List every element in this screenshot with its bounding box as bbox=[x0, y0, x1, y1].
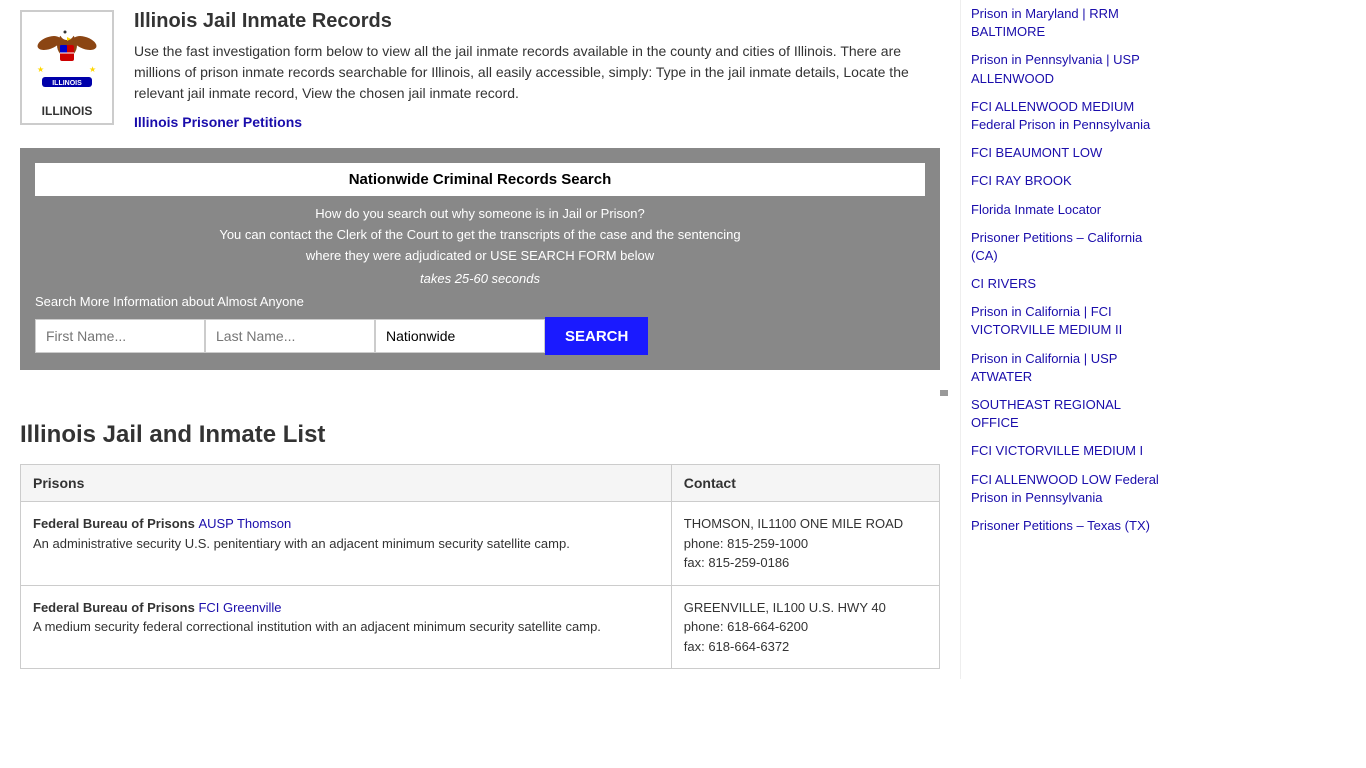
svg-text:★: ★ bbox=[89, 65, 96, 74]
sidebar: Prison in Maryland | RRM BALTIMORE Prison… bbox=[960, 0, 1180, 679]
prison-prefix: Federal Bureau of Prisons bbox=[33, 600, 198, 615]
prison-link[interactable]: AUSP Thomson bbox=[198, 516, 291, 531]
search-section: Nationwide Criminal Records Search How d… bbox=[20, 148, 940, 370]
search-more: Search More Information about Almost Any… bbox=[35, 294, 925, 309]
search-line3: where they were adjudicated or USE SEARC… bbox=[306, 248, 654, 263]
sidebar-link-7[interactable]: CI RIVERS bbox=[971, 275, 1170, 293]
svg-text:★: ★ bbox=[37, 65, 44, 74]
search-button[interactable]: SEARCH bbox=[545, 317, 648, 355]
header-text: Illinois Jail Inmate Records Use the fas… bbox=[134, 10, 940, 133]
sidebar-link-5[interactable]: Florida Inmate Locator bbox=[971, 201, 1170, 219]
prison-description: An administrative security U.S. penitent… bbox=[33, 536, 570, 551]
search-line1: How do you search out why someone is in … bbox=[315, 206, 645, 221]
sidebar-link-4[interactable]: FCI RAY BROOK bbox=[971, 172, 1170, 190]
prison-prefix: Federal Bureau of Prisons bbox=[33, 516, 198, 531]
header-section: ★ ★ ILLINOIS ILLINOIS Illinois Jail Inma… bbox=[20, 10, 940, 133]
search-form: SEARCH bbox=[35, 317, 925, 355]
search-line2: You can contact the Clerk of the Court t… bbox=[219, 227, 740, 242]
sidebar-link-13[interactable]: Prisoner Petitions – Texas (TX) bbox=[971, 517, 1170, 535]
location-input[interactable] bbox=[375, 319, 545, 353]
col-contact-header: Contact bbox=[671, 465, 939, 502]
state-label: ILLINOIS bbox=[27, 104, 107, 118]
sidebar-link-9[interactable]: Prison in California | USP ATWATER bbox=[971, 350, 1170, 386]
sidebar-link-3[interactable]: FCI BEAUMONT LOW bbox=[971, 144, 1170, 162]
search-title: Nationwide Criminal Records Search bbox=[35, 163, 925, 196]
search-description: How do you search out why someone is in … bbox=[35, 204, 925, 266]
sidebar-link-1[interactable]: Prison in Pennsylvania | USP ALLENWOOD bbox=[971, 51, 1170, 87]
last-name-input[interactable] bbox=[205, 319, 375, 353]
prison-fax: fax: 618-664-6372 bbox=[684, 639, 790, 654]
header-description: Use the fast investigation form below to… bbox=[134, 41, 940, 104]
sidebar-link-2[interactable]: FCI ALLENWOOD MEDIUM Federal Prison in P… bbox=[971, 98, 1170, 134]
page-title: Illinois Jail Inmate Records bbox=[134, 10, 940, 33]
prison-phone: phone: 815-259-1000 bbox=[684, 536, 808, 551]
table-row: Federal Bureau of Prisons FCI Greenville… bbox=[21, 585, 940, 669]
prison-fax: fax: 815-259-0186 bbox=[684, 555, 790, 570]
sidebar-link-8[interactable]: Prison in California | FCI VICTORVILLE M… bbox=[971, 303, 1170, 339]
col-prisons-header: Prisons bbox=[21, 465, 672, 502]
svg-text:ILLINOIS: ILLINOIS bbox=[52, 80, 82, 87]
sidebar-link-12[interactable]: FCI ALLENWOOD LOW Federal Prison in Penn… bbox=[971, 471, 1170, 507]
prison-description: A medium security federal correctional i… bbox=[33, 619, 601, 634]
jail-table: Prisons Contact Federal Bureau of Prison… bbox=[20, 464, 940, 669]
prison-location: THOMSON, IL1100 ONE MILE ROAD bbox=[684, 516, 903, 531]
table-row: Federal Bureau of Prisons AUSP Thomson A… bbox=[21, 502, 940, 586]
first-name-input[interactable] bbox=[35, 319, 205, 353]
prisoner-petitions-link[interactable]: Illinois Prisoner Petitions bbox=[134, 114, 302, 130]
state-logo: ★ ★ ILLINOIS ILLINOIS bbox=[20, 10, 114, 125]
sidebar-link-0[interactable]: Prison in Maryland | RRM BALTIMORE bbox=[971, 5, 1170, 41]
prison-location: GREENVILLE, IL100 U.S. HWY 40 bbox=[684, 600, 886, 615]
prison-phone: phone: 618-664-6200 bbox=[684, 619, 808, 634]
sidebar-link-6[interactable]: Prisoner Petitions – California (CA) bbox=[971, 229, 1170, 265]
prison-link[interactable]: FCI Greenville bbox=[198, 600, 281, 615]
sidebar-link-11[interactable]: FCI VICTORVILLE MEDIUM I bbox=[971, 442, 1170, 460]
sidebar-link-10[interactable]: SOUTHEAST REGIONAL OFFICE bbox=[971, 396, 1170, 432]
jail-list-title: Illinois Jail and Inmate List bbox=[20, 421, 940, 449]
search-timing: takes 25-60 seconds bbox=[35, 271, 925, 286]
